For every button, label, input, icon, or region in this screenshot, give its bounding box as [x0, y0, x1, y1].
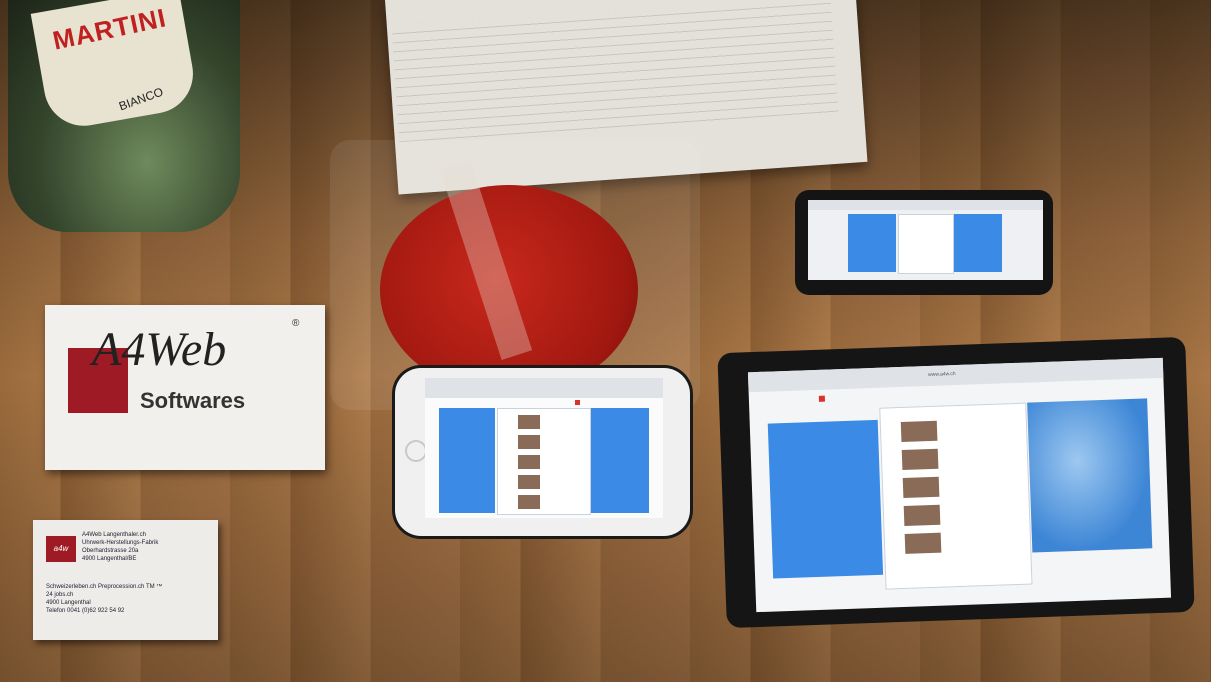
tablet-url: www.a4w.ch [928, 371, 956, 379]
browser-bar [425, 378, 663, 398]
thumbnail [904, 532, 942, 554]
card-contact-block: Schweizerleben.ch Preprocession.ch TM ™ … [46, 583, 211, 615]
right-sky-panel [1027, 398, 1153, 553]
thumbnail [902, 476, 940, 498]
thumbnail [518, 475, 540, 489]
left-blue-panel [439, 408, 495, 513]
sign-registered: ® [292, 318, 300, 329]
iphone-screen [425, 378, 663, 518]
home-button [405, 440, 427, 462]
card-line: 4900 Langenthal/BE [82, 556, 137, 562]
thumbnail [518, 495, 540, 509]
thumbnail [518, 415, 540, 429]
card-line: Schweizerleben.ch Preprocession.ch TM ™ [46, 584, 163, 590]
tab-favicon [818, 395, 826, 402]
left-blue-panel [767, 419, 884, 579]
right-blue-panel [954, 214, 1002, 272]
android-phone-screen [808, 200, 1043, 280]
card-line: Oberhardstrasse 20a [82, 548, 139, 554]
thumbnail [518, 455, 540, 469]
sign-subtitle: Softwares [140, 388, 246, 413]
photo-scene: MARTINI BIANCO A4Web ® Softwares a4w A4W… [0, 0, 1211, 682]
card-address-block: A4Web Langenthaler.ch Uhrwerk-Herstellun… [82, 531, 217, 563]
thumbnail [518, 435, 540, 449]
card-line: Telefon 0041 (0)62 922 54 92 [46, 608, 125, 614]
card-line: 24 jobs.ch [46, 592, 74, 598]
content-list [898, 214, 954, 274]
card-logo: a4w [46, 536, 76, 562]
card-line: Uhrwerk-Herstellungs-Fabrik [82, 540, 159, 546]
browser-bar [808, 200, 1043, 210]
left-blue-panel [848, 214, 896, 272]
content-list [879, 402, 1033, 590]
thumbnail [903, 504, 941, 526]
thumbnail [901, 448, 939, 470]
tab-favicon [575, 400, 580, 405]
content-list [497, 408, 591, 515]
sign-logo: A4Web [92, 323, 227, 376]
right-blue-panel [591, 408, 649, 513]
card-line: 4900 Langenthal [46, 600, 91, 606]
card-line: A4Web Langenthaler.ch [82, 532, 146, 538]
tablet-screen: www.a4w.ch [747, 357, 1172, 613]
thumbnail [900, 420, 938, 442]
